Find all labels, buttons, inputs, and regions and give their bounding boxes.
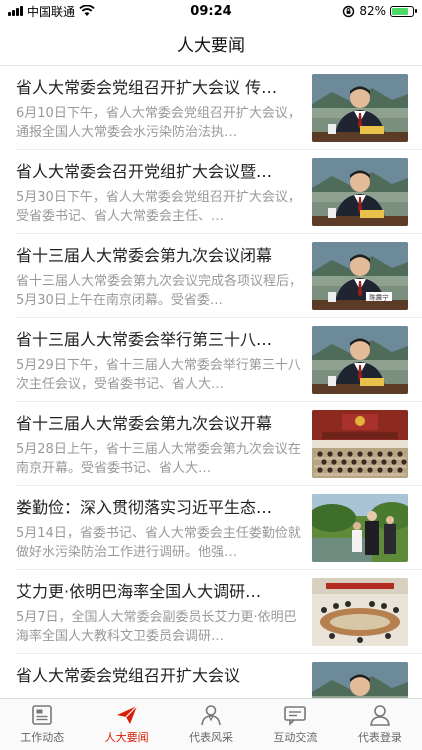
news-item[interactable]: 省十三届人大常委会第九次会议开幕 5月28日上午，省十三届人大常委会第九次会议在… xyxy=(0,402,422,486)
news-item[interactable]: 艾力更·依明巴海率全国人大调研… 5月7日，全国人大常委会副委员长艾力更·依明巴… xyxy=(0,570,422,654)
news-summary: 5月30日下午，省人大常委会党组召开扩大会议，受省委书记、省人大常委会主任、… xyxy=(16,190,301,224)
user-login-icon xyxy=(368,704,392,726)
tab-label: 代表登录 xyxy=(357,731,402,744)
news-thumbnail[interactable] xyxy=(312,326,408,394)
news-text: 省十三届人大常委会举行第三十八… 5月29日下午，省十三届人大常委会举行第三十八… xyxy=(16,326,312,402)
tab-label: 工作动态 xyxy=(20,731,65,744)
battery-percent: 82% xyxy=(359,4,386,18)
news-title: 省十三届人大常委会第九次会议开幕 xyxy=(16,414,273,433)
svg-text:陈震宁: 陈震宁 xyxy=(369,293,389,302)
news-title: 省十三届人大常委会举行第三十八… xyxy=(16,330,273,349)
carrier-name: 中国联通 xyxy=(27,4,76,19)
news-thumbnail[interactable] xyxy=(312,410,408,478)
news-text: 省人大常委会党组召开扩大会议 xyxy=(16,662,312,698)
news-title: 省十三届人大常委会第九次会议闭幕 xyxy=(16,246,273,265)
nav-bar: 人大要闻 xyxy=(0,22,422,66)
news-title: 娄勤俭：深入贯彻落实习近平生态… xyxy=(16,498,273,517)
tab-person[interactable]: 代表风采 xyxy=(169,699,253,750)
news-summary: 5月7日，全国人大常委会副委员长艾力更·依明巴海率全国人大教科文卫委员会调研… xyxy=(16,610,297,644)
news-summary: 5月29日下午，省十三届人大常委会举行第三十八次主任会议，受省委书记、省人大… xyxy=(16,358,301,392)
news-item[interactable]: 省人大常委会党组召开扩大会议 传… 6月10日下午，省人大常委会党组召开扩大会议… xyxy=(0,66,422,150)
news-thumbnail[interactable]: 陈震宁 xyxy=(312,242,408,310)
status-time: 09:24 xyxy=(190,3,232,19)
paper-plane-icon xyxy=(115,704,139,726)
tab-user-login[interactable]: 代表登录 xyxy=(338,699,422,750)
tab-label: 互动交流 xyxy=(273,731,318,744)
wifi-icon xyxy=(79,5,95,16)
tab-paper-plane[interactable]: 人大要闻 xyxy=(84,699,168,750)
news-title: 省人大常委会党组召开扩大会议 xyxy=(16,666,241,685)
news-thumbnail[interactable] xyxy=(312,578,408,646)
news-text: 娄勤俭：深入贯彻落实习近平生态… 5月14日，省委书记、省人大常委会主任娄勤俭就… xyxy=(16,494,312,570)
cellular-signal-icon xyxy=(8,6,23,16)
news-item[interactable]: 省人大常委会党组召开扩大会议 xyxy=(0,654,422,698)
tab-newspaper[interactable]: 工作动态 xyxy=(0,699,84,750)
status-right: 82% xyxy=(264,4,417,18)
tab-label: 人大要闻 xyxy=(104,731,149,744)
news-text: 省人大常委会党组召开扩大会议 传… 6月10日下午，省人大常委会党组召开扩大会议… xyxy=(16,74,312,150)
news-text: 省人大常委会召开党组扩大会议暨… 5月30日下午，省人大常委会党组召开扩大会议，… xyxy=(16,158,312,234)
tab-label: 代表风采 xyxy=(189,731,234,744)
tab-bar: 工作动态 人大要闻 代表风采 互动交流 代表登录 xyxy=(0,698,422,750)
tab-chat[interactable]: 互动交流 xyxy=(253,699,337,750)
news-thumbnail[interactable] xyxy=(312,662,408,698)
news-thumbnail[interactable] xyxy=(312,494,408,562)
news-title: 省人大常委会召开党组扩大会议暨… xyxy=(16,162,273,181)
status-left: 中国联通 xyxy=(8,3,158,20)
news-item[interactable]: 省十三届人大常委会举行第三十八… 5月29日下午，省十三届人大常委会举行第三十八… xyxy=(0,318,422,402)
news-title: 艾力更·依明巴海率全国人大调研… xyxy=(16,582,262,601)
news-item[interactable]: 省人大常委会召开党组扩大会议暨… 5月30日下午，省人大常委会党组召开扩大会议，… xyxy=(0,150,422,234)
news-text: 艾力更·依明巴海率全国人大调研… 5月7日，全国人大常委会副委员长艾力更·依明巴… xyxy=(16,578,312,654)
status-bar: 中国联通 09:24 82% xyxy=(0,0,422,22)
battery-icon xyxy=(390,5,417,17)
news-summary: 6月10日下午，省人大常委会党组召开扩大会议，通报全国人大常委会水污染防治法执… xyxy=(16,106,301,140)
news-text: 省十三届人大常委会第九次会议开幕 5月28日上午，省十三届人大常委会第九次会议在… xyxy=(16,410,312,486)
news-summary: 5月14日，省委书记、省人大常委会主任娄勤俭就做好水污染防治工作进行调研。他强… xyxy=(16,526,301,560)
news-title: 省人大常委会党组召开扩大会议 传… xyxy=(16,78,278,97)
page-title: 人大要闻 xyxy=(177,36,245,56)
news-item[interactable]: 娄勤俭：深入贯彻落实习近平生态… 5月14日，省委书记、省人大常委会主任娄勤俭就… xyxy=(0,486,422,570)
news-item[interactable]: 省十三届人大常委会第九次会议闭幕 省十三届人大常委会第九次会议完成各项议程后，5… xyxy=(0,234,422,318)
news-summary: 5月28日上午，省十三届人大常委会第九次会议在南京开幕。受省委书记、省人大… xyxy=(16,442,301,476)
newspaper-icon xyxy=(30,704,54,726)
news-summary: 省十三届人大常委会第九次会议完成各项议程后，5月30日上午在南京闭幕。受省委… xyxy=(16,274,302,308)
news-thumbnail[interactable] xyxy=(312,74,408,142)
news-list[interactable]: 省人大常委会党组召开扩大会议 传… 6月10日下午，省人大常委会党组召开扩大会议… xyxy=(0,66,422,698)
news-thumbnail[interactable] xyxy=(312,158,408,226)
person-icon xyxy=(199,704,223,726)
news-text: 省十三届人大常委会第九次会议闭幕 省十三届人大常委会第九次会议完成各项议程后，5… xyxy=(16,242,312,318)
chat-icon xyxy=(283,704,307,726)
orientation-lock-icon xyxy=(343,5,355,17)
